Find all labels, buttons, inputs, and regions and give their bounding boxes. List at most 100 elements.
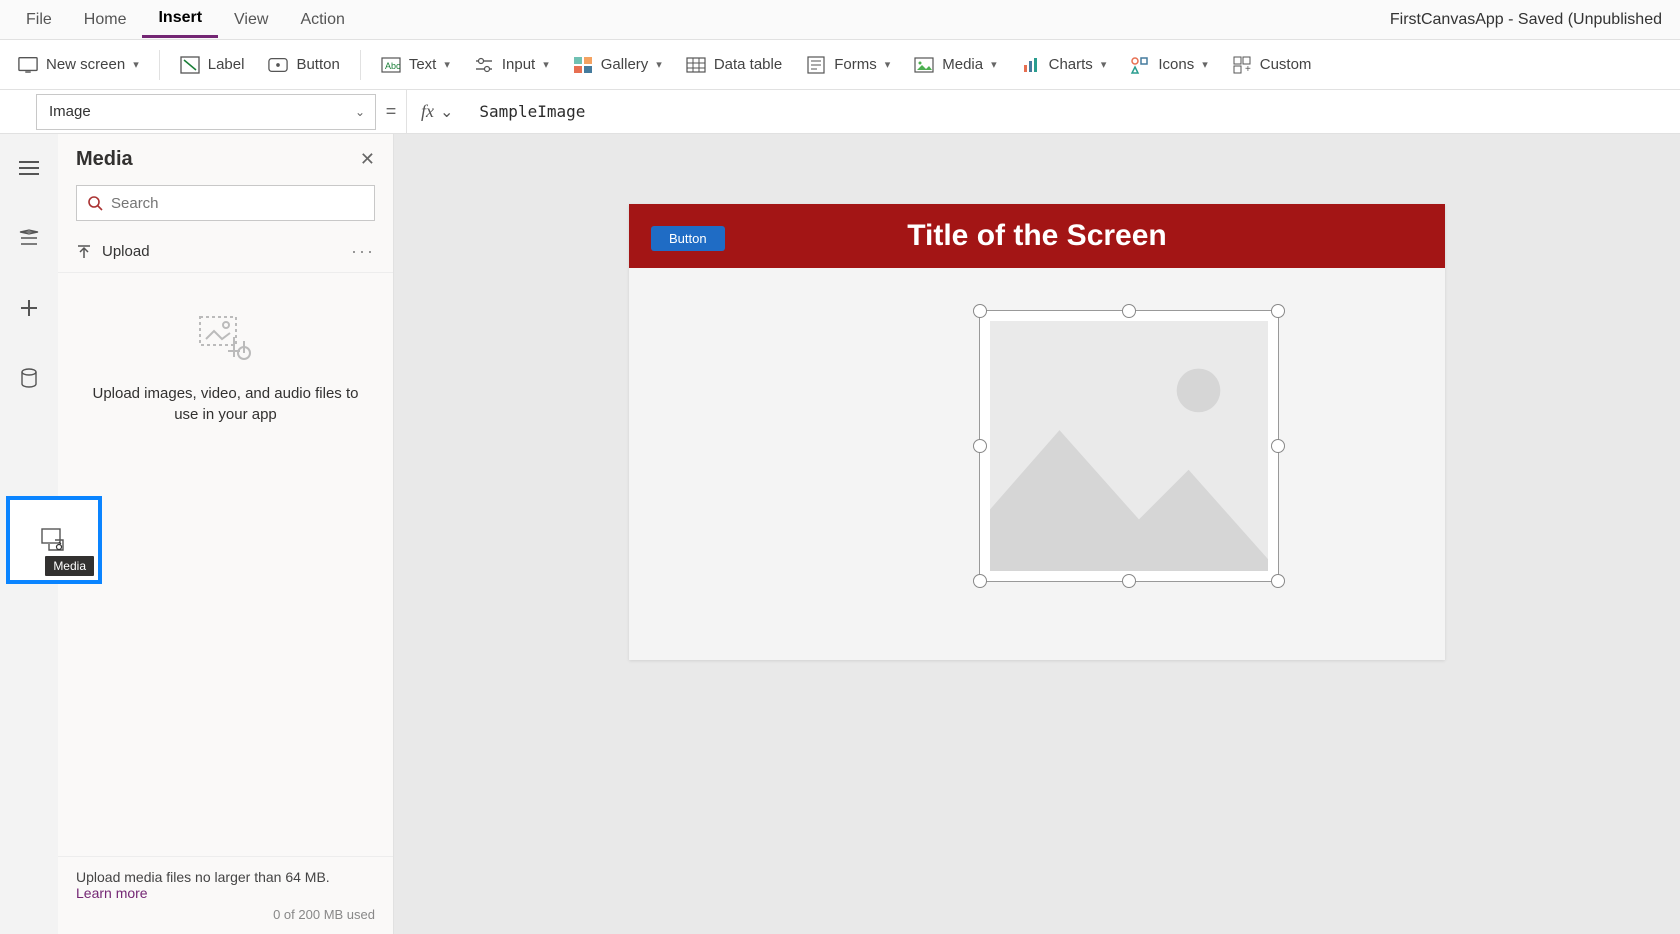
svg-text:+: +: [1245, 64, 1251, 74]
chevron-down-icon: ▾: [543, 58, 549, 71]
datatable-button[interactable]: Data table: [676, 49, 792, 81]
panel-footer: Upload media files no larger than 64 MB.…: [58, 856, 393, 934]
upload-row: Upload ···: [58, 231, 393, 273]
tree-view-icon[interactable]: [9, 218, 49, 258]
media-tooltip: Media: [45, 556, 94, 576]
label-button[interactable]: Label: [170, 49, 255, 81]
image-placeholder: [990, 321, 1268, 571]
new-screen-label: New screen: [46, 56, 125, 73]
selected-image-control[interactable]: [979, 310, 1279, 582]
button-label: Button: [296, 56, 339, 73]
text-dropdown[interactable]: Abc Text ▾: [371, 49, 460, 81]
media-dropdown[interactable]: Media ▾: [904, 49, 1006, 81]
data-icon[interactable]: [9, 358, 49, 398]
forms-dropdown[interactable]: Forms ▾: [796, 49, 900, 81]
gallery-label: Gallery: [601, 56, 649, 73]
chevron-down-icon: ▾: [1202, 58, 1208, 71]
empty-text: Upload images, video, and audio files to…: [88, 383, 363, 425]
resize-handle[interactable]: [1271, 574, 1285, 588]
chevron-down-icon: ⌄: [355, 105, 365, 119]
search-input[interactable]: [111, 195, 364, 212]
gallery-icon: [573, 55, 593, 75]
text-icon: Abc: [381, 55, 401, 75]
input-label: Input: [502, 56, 535, 73]
panel-header: Media ✕: [58, 134, 393, 185]
button-icon: [268, 55, 288, 75]
usage-text: 0 of 200 MB used: [76, 907, 375, 922]
fx-label: fx: [421, 101, 434, 122]
menu-insert[interactable]: Insert: [142, 1, 218, 38]
menu-home[interactable]: Home: [68, 3, 143, 37]
resize-handle[interactable]: [973, 574, 987, 588]
formula-bar: Image ⌄ = fx ⌄: [0, 90, 1680, 134]
icons-dropdown[interactable]: Icons ▾: [1120, 49, 1217, 81]
property-name: Image: [49, 103, 91, 120]
canvas-screen[interactable]: Button Title of the Screen: [629, 204, 1445, 660]
chevron-down-icon: ▾: [444, 58, 450, 71]
equals-sign: =: [376, 101, 406, 122]
search-box[interactable]: [76, 185, 375, 221]
chevron-down-icon: ⌄: [440, 102, 453, 122]
hamburger-icon[interactable]: [9, 148, 49, 188]
label-label: Label: [208, 56, 245, 73]
more-icon[interactable]: ···: [351, 241, 375, 262]
search-icon: [87, 195, 103, 211]
datatable-label: Data table: [714, 56, 782, 73]
resize-handle[interactable]: [973, 439, 987, 453]
panel-title: Media: [76, 148, 133, 171]
table-icon: [686, 55, 706, 75]
panel-empty-state: Upload images, video, and audio files to…: [58, 273, 393, 856]
main-area: Media Media ✕ Upload ···: [0, 134, 1680, 934]
charts-dropdown[interactable]: Charts ▾: [1011, 49, 1117, 81]
media-rail-button[interactable]: Media: [6, 496, 102, 584]
screen-icon: [18, 55, 38, 75]
chevron-down-icon: ▾: [991, 58, 997, 71]
empty-media-icon: [196, 313, 256, 363]
ribbon: New screen ▾ Label Button Abc Text ▾ Inp…: [0, 40, 1680, 90]
insert-icon[interactable]: [9, 288, 49, 328]
forms-icon: [806, 55, 826, 75]
footer-text: Upload media files no larger than 64 MB.: [76, 869, 375, 885]
icons-label: Icons: [1158, 56, 1194, 73]
text-label: Text: [409, 56, 437, 73]
menu-action[interactable]: Action: [284, 3, 360, 37]
separator: [360, 50, 361, 80]
menu-file[interactable]: File: [10, 3, 68, 37]
resize-handle[interactable]: [973, 304, 987, 318]
property-selector[interactable]: Image ⌄: [36, 94, 376, 130]
upload-button[interactable]: Upload: [76, 243, 150, 260]
charts-icon: [1021, 55, 1041, 75]
chevron-down-icon: ▾: [885, 58, 891, 71]
left-rail: Media: [0, 134, 58, 934]
resize-handle[interactable]: [1271, 304, 1285, 318]
custom-icon: +: [1232, 55, 1252, 75]
new-screen-button[interactable]: New screen ▾: [8, 49, 149, 81]
formula-input[interactable]: [467, 90, 1680, 133]
app-title: FirstCanvasApp - Saved (Unpublished: [1390, 11, 1670, 29]
upload-icon: [76, 244, 92, 260]
canvas-button-control[interactable]: Button: [651, 226, 725, 251]
resize-handle[interactable]: [1122, 574, 1136, 588]
gallery-dropdown[interactable]: Gallery ▾: [563, 49, 672, 81]
media-label: Media: [942, 56, 983, 73]
close-icon[interactable]: ✕: [360, 149, 375, 170]
upload-label: Upload: [102, 243, 150, 260]
resize-handle[interactable]: [1271, 439, 1285, 453]
custom-label: Custom: [1260, 56, 1312, 73]
input-dropdown[interactable]: Input ▾: [464, 49, 559, 81]
input-icon: [474, 55, 494, 75]
forms-label: Forms: [834, 56, 877, 73]
resize-handle[interactable]: [1122, 304, 1136, 318]
media-icon: [914, 55, 934, 75]
chevron-down-icon: ▾: [1101, 58, 1107, 71]
media-panel: Media ✕ Upload ··· Upload images, video,…: [58, 134, 394, 934]
custom-dropdown[interactable]: + Custom: [1222, 49, 1322, 81]
charts-label: Charts: [1049, 56, 1093, 73]
fx-button[interactable]: fx ⌄: [406, 90, 467, 133]
separator: [159, 50, 160, 80]
learn-more-link[interactable]: Learn more: [76, 885, 375, 901]
canvas-area[interactable]: Button Title of the Screen: [394, 134, 1680, 934]
menu-view[interactable]: View: [218, 3, 284, 37]
button-button[interactable]: Button: [258, 49, 349, 81]
label-icon: [180, 55, 200, 75]
